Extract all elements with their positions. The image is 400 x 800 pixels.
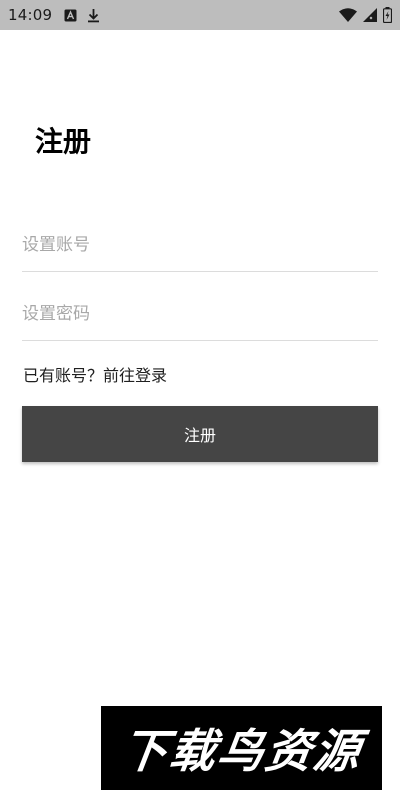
register-button[interactable]: 注册 bbox=[22, 406, 378, 462]
cell-signal-icon bbox=[363, 8, 377, 22]
status-right-icons bbox=[339, 7, 392, 23]
account-input[interactable] bbox=[22, 225, 378, 272]
wifi-icon bbox=[339, 8, 357, 22]
watermark-logo: 下载鸟资源 bbox=[101, 706, 382, 790]
a-notification-icon bbox=[64, 9, 77, 22]
watermark-text: 下载鸟资源 bbox=[117, 724, 365, 778]
status-time: 14:09 bbox=[8, 6, 53, 24]
go-to-login-link[interactable]: 已有账号？前往登录 bbox=[23, 364, 167, 388]
register-screen: 14:09 注册 设置账号 已有账号？前往登录 注册 下载鸟资源 bbox=[0, 0, 400, 800]
password-input[interactable] bbox=[22, 294, 378, 341]
download-icon bbox=[87, 8, 100, 23]
status-left-icons bbox=[64, 8, 100, 23]
battery-charging-icon bbox=[383, 7, 392, 23]
page-title: 注册 bbox=[35, 125, 92, 158]
status-bar: 14:09 bbox=[0, 0, 400, 30]
